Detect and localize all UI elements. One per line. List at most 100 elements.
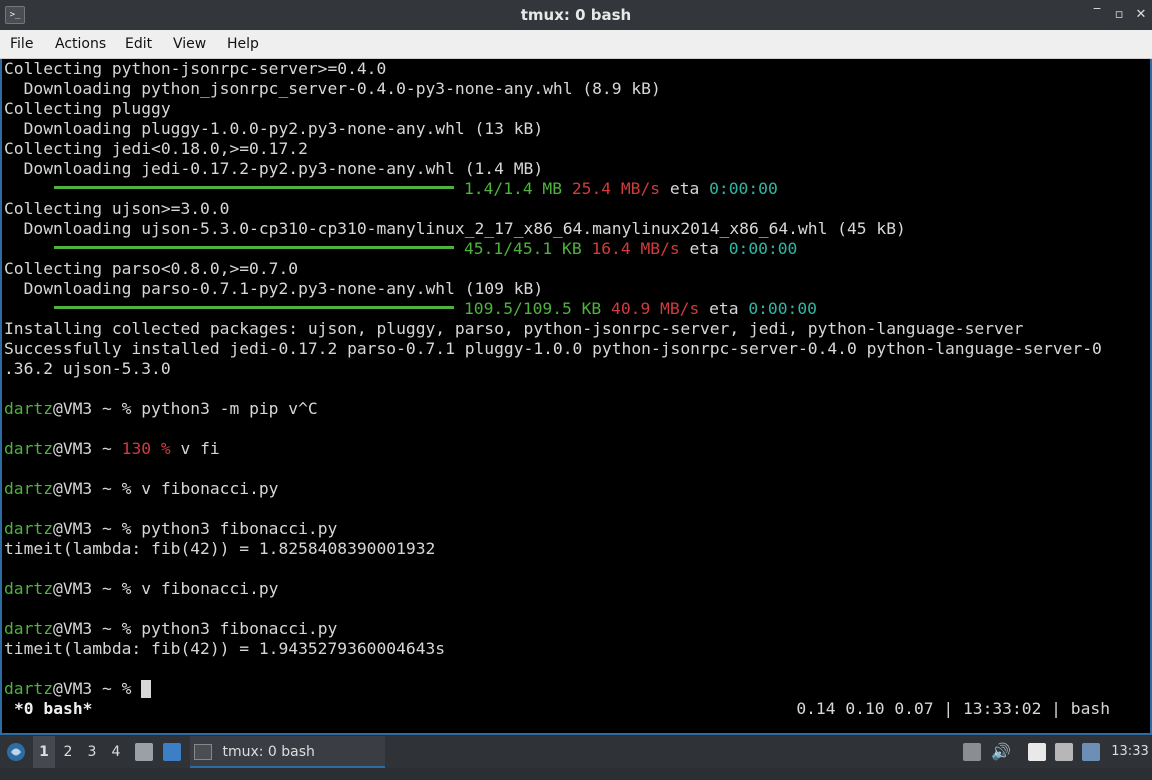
progress-done: 45.1/45.1 KB: [464, 239, 582, 258]
command-output: timeit(lambda: fib(42)) = 1.825840839000…: [4, 539, 436, 558]
prompt-user: dartz: [4, 579, 54, 598]
command-text: python3 fibonacci.py: [131, 619, 338, 638]
exit-status: 130: [121, 439, 161, 458]
prompt-user: dartz: [4, 439, 54, 458]
prompt-symbol: %: [121, 519, 132, 538]
terminal-pane[interactable]: Collecting python-jsonrpc-server>=0.4.0 …: [0, 59, 1152, 735]
prompt-user: dartz: [4, 619, 54, 638]
prompt-line[interactable]: dartz@VM3 ~ %: [4, 679, 152, 699]
command-text: v fi: [170, 439, 220, 458]
terminal-line: Collecting parso<0.8.0,>=0.7.0: [4, 259, 299, 278]
file-manager-icon[interactable]: [135, 743, 153, 761]
minimize-button[interactable]: ‾: [1088, 6, 1106, 24]
command-text: v fibonacci.py: [131, 579, 279, 598]
network-icon[interactable]: [1055, 743, 1073, 761]
prompt-host: @VM3 ~: [53, 519, 122, 538]
prompt-host: @VM3 ~: [53, 679, 122, 698]
prompt-symbol: %: [121, 579, 132, 598]
menu-file[interactable]: File: [10, 30, 33, 58]
display-icon[interactable]: [1082, 743, 1100, 761]
menu-actions[interactable]: Actions: [55, 30, 106, 58]
terminal-line: Downloading parso-0.7.1-py2.py3-none-any…: [4, 279, 544, 298]
workspace-2[interactable]: 2: [57, 736, 79, 768]
progress-line: 109.5/109.5 KB 40.9 MB/s eta 0:00:00: [4, 299, 817, 319]
prompt-symbol: %: [160, 439, 171, 458]
prompt-host: @VM3 ~: [53, 579, 122, 598]
tmux-status-info: 0.14 0.10 0.07 | 13:33:02 | bash: [796, 699, 1110, 718]
progress-line: 45.1/45.1 KB 16.4 MB/s eta 0:00:00: [4, 239, 797, 259]
start-menu-button[interactable]: [4, 736, 28, 768]
prompt-host: @VM3 ~: [53, 619, 122, 638]
prompt-line: dartz@VM3 ~ % v fibonacci.py: [4, 579, 279, 599]
prompt-line: dartz@VM3 ~ 130 % v fi: [4, 439, 220, 459]
terminal-line: Collecting pluggy: [4, 99, 171, 118]
progress-speed: 25.4 MB/s: [571, 179, 661, 198]
progress-eta-label: eta: [709, 299, 739, 318]
taskbar: 1 2 3 4 tmux: 0 bash 🔊 13:33: [0, 736, 1152, 768]
terminal-line: Downloading python_jsonrpc_server-0.4.0-…: [4, 79, 661, 98]
terminal-line: Downloading pluggy-1.0.0-py2.py3-none-an…: [4, 119, 544, 138]
prompt-host: @VM3 ~: [53, 439, 122, 458]
terminal-line: Downloading ujson-5.3.0-cp310-cp310-many…: [4, 219, 906, 238]
progress-eta: 0:00:00: [748, 299, 817, 318]
progress-eta-label: eta: [689, 239, 719, 258]
prompt-line: dartz@VM3 ~ % v fibonacci.py: [4, 479, 279, 499]
terminal-line: Installing collected packages: ujson, pl…: [4, 319, 1024, 338]
upload-icon[interactable]: [963, 743, 981, 761]
prompt-user: dartz: [4, 519, 54, 538]
prompt-host: @VM3 ~: [53, 399, 122, 418]
prompt-host: @VM3 ~: [53, 479, 122, 498]
prompt-symbol: %: [121, 479, 132, 498]
menu-view[interactable]: View: [173, 30, 206, 58]
prompt-line: dartz@VM3 ~ % python3 fibonacci.py: [4, 619, 337, 639]
menu-edit[interactable]: Edit: [125, 30, 152, 58]
clipboard-icon[interactable]: [1028, 743, 1046, 761]
progress-speed: 40.9 MB/s: [611, 299, 700, 318]
progress-eta: 0:00:00: [709, 179, 778, 198]
tmux-window-list[interactable]: *0 bash*: [14, 699, 92, 719]
progress-eta-label: eta: [669, 179, 700, 198]
terminal-icon: [194, 744, 212, 760]
command-text: [131, 679, 141, 698]
progress-eta: 0:00:00: [728, 239, 798, 258]
prompt-user: dartz: [4, 679, 54, 698]
workspace-4[interactable]: 4: [105, 736, 127, 768]
workspace-3[interactable]: 3: [81, 736, 103, 768]
prompt-user: dartz: [4, 399, 54, 418]
task-terminal[interactable]: tmux: 0 bash: [190, 736, 385, 768]
prompt-line: dartz@VM3 ~ % python3 fibonacci.py: [4, 519, 337, 539]
prompt-user: dartz: [4, 479, 54, 498]
clock[interactable]: 13:33: [1110, 736, 1150, 768]
progress-done: 109.5/109.5 KB: [464, 299, 602, 318]
menu-help[interactable]: Help: [227, 30, 259, 58]
volume-icon[interactable]: 🔊: [990, 736, 1012, 768]
progress-speed: 16.4 MB/s: [591, 239, 680, 258]
prompt-symbol: %: [121, 399, 132, 418]
progress-bar: [54, 186, 454, 189]
progress-bar: [54, 246, 454, 249]
menu-bar: File Actions Edit View Help: [0, 30, 1152, 59]
prompt-symbol: %: [121, 679, 132, 698]
command-text: python3 fibonacci.py: [131, 519, 338, 538]
terminal-line: Downloading jedi-0.17.2-py2.py3-none-any…: [4, 159, 544, 178]
terminal-line: Successfully installed jedi-0.17.2 parso…: [4, 339, 1102, 358]
command-text: python3 -m pip v^C: [131, 399, 318, 418]
terminal-line: .36.2 ujson-5.3.0: [4, 359, 171, 378]
terminal-line: Collecting jedi<0.18.0,>=0.17.2: [4, 139, 308, 158]
text-cursor: [141, 679, 152, 698]
terminal-line: Collecting python-jsonrpc-server>=0.4.0: [4, 59, 387, 78]
terminal-line: Collecting ujson>=3.0.0: [4, 199, 230, 218]
workspace-1[interactable]: 1: [33, 736, 55, 768]
app-menu-icon: [7, 743, 25, 761]
window-title: tmux: 0 bash: [520, 6, 632, 24]
title-bar: >_ tmux: 0 bash ‾ ▫ ✕: [0, 0, 1152, 30]
progress-bar: [54, 306, 454, 309]
maximize-button[interactable]: ▫: [1110, 6, 1128, 24]
progress-line: 1.4/1.4 MB 25.4 MB/s eta 0:00:00: [4, 179, 778, 199]
prompt-symbol: %: [121, 619, 132, 638]
close-button[interactable]: ✕: [1132, 6, 1150, 24]
desktop-icon[interactable]: [163, 743, 181, 761]
prompt-line: dartz@VM3 ~ % python3 -m pip v^C: [4, 399, 318, 419]
task-label: tmux: 0 bash: [222, 744, 315, 760]
command-text: v fibonacci.py: [131, 479, 279, 498]
